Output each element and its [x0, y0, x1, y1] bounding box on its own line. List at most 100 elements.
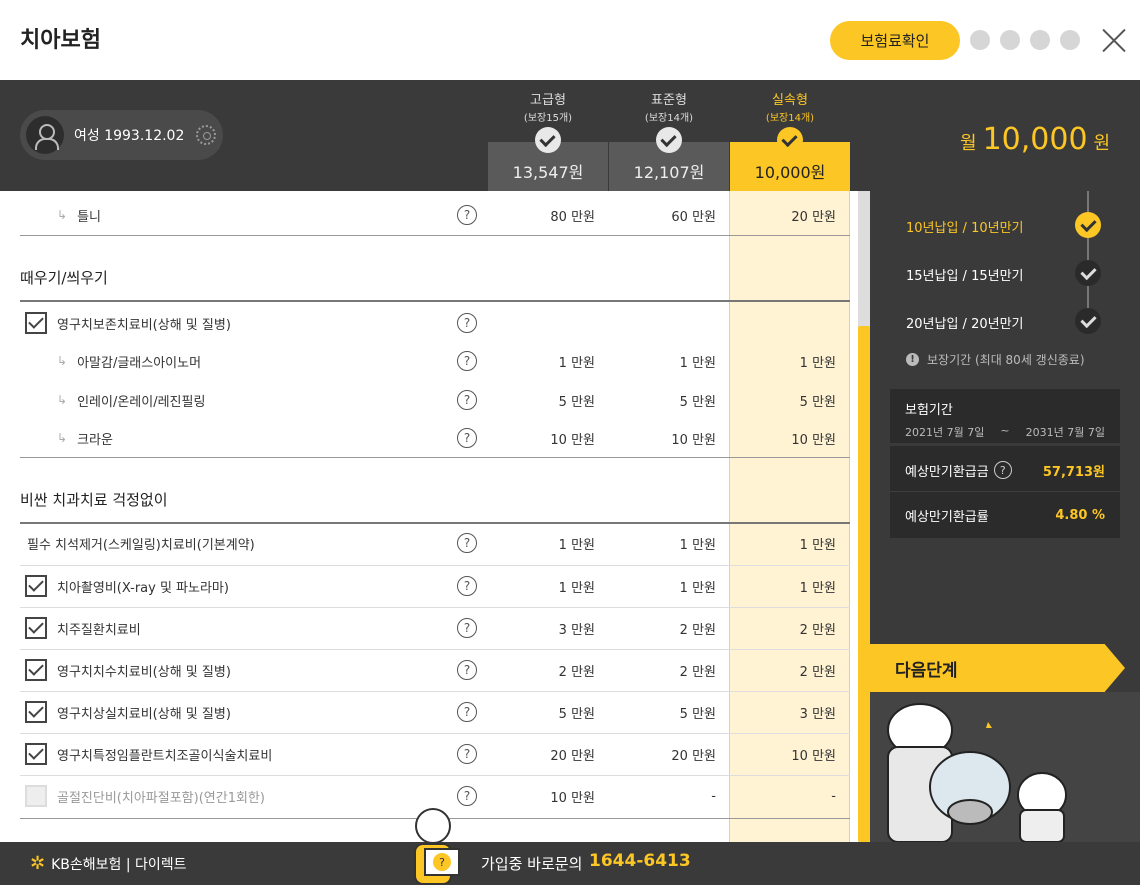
total-prefix: 월: [960, 133, 977, 154]
plan-basic[interactable]: 실속형 (보장14개) 10,000원: [730, 80, 850, 191]
term-option[interactable]: 20년납입 / 20년만기: [906, 313, 1024, 332]
user-info: 여성 1993.12.02: [74, 128, 185, 144]
standard-value: 1 만원: [679, 355, 716, 371]
user-profile-pill[interactable]: 여성 1993.12.02: [20, 110, 223, 160]
scrollbar-thumb[interactable]: [858, 326, 870, 842]
sub-item-arrow-icon: ↳: [57, 354, 68, 368]
page-title: 치아보험: [20, 28, 101, 53]
total-suffix: 원: [1093, 133, 1111, 154]
mascot-illustration: [870, 692, 1140, 842]
step-dot: [1030, 30, 1050, 50]
basic-value: 10 만원: [791, 748, 836, 764]
user-avatar-icon: [26, 116, 64, 154]
table-row: 영구치보존치료비(상해 및 질병) ?: [20, 310, 850, 336]
coverage-label: 영구치특정임플란트치조골이식술치료비: [57, 748, 273, 764]
divider: [20, 235, 850, 236]
svg-text:?: ?: [439, 856, 445, 869]
notice-text: 보장기간 (최대 80세 갱신종료): [927, 353, 1085, 367]
term-option[interactable]: 10년납입 / 10년만기: [906, 217, 1024, 236]
table-row: 영구치특정임플란트치조골이식술치료비 ? 20 만원 20 만원 10 만원: [20, 741, 850, 767]
help-icon[interactable]: ?: [457, 533, 477, 553]
premium-value: 2 만원: [558, 664, 595, 680]
call-number[interactable]: 1644-6413: [589, 851, 691, 871]
top-header: 치아보험 보험료확인: [0, 0, 1140, 80]
next-step-button[interactable]: 다음단계: [870, 644, 1125, 692]
logo-text: KB손해보험 | 다이렉트: [51, 856, 187, 873]
term-option[interactable]: 15년납입 / 15년만기: [906, 265, 1024, 284]
check-icon: [535, 127, 561, 153]
basic-value: 5 만원: [799, 394, 836, 410]
plan-name: 고급형: [530, 93, 566, 108]
footer-bar: ✲ KB손해보험 | 다이렉트 ? 가입중 바로문의 1644-6413: [0, 808, 1140, 885]
coverage-checkbox[interactable]: [25, 701, 47, 723]
coverage-label: 필수 치석제거(스케일링)치료비(기본계약): [27, 537, 255, 553]
plan-coverage-count: (보장14개): [765, 113, 815, 124]
rate-box: 예상만기환급률 4.80 %: [890, 491, 1120, 538]
premium-value: 80 만원: [550, 209, 595, 225]
check-icon[interactable]: [1075, 212, 1101, 238]
premium-value: 20 만원: [550, 748, 595, 764]
period-box: 보험기간 2021년 7월 7일 ~ 2031년 7월 7일: [890, 389, 1120, 443]
summary-sidebar: 10년납입 / 10년만기 15년납입 / 15년만기 20년납입 / 20년만…: [870, 191, 1140, 842]
coverage-checkbox[interactable]: [25, 743, 47, 765]
divider: [20, 649, 850, 650]
refund-value: 57,713원: [1042, 464, 1105, 480]
check-icon[interactable]: [1075, 260, 1101, 286]
standard-value: 5 만원: [679, 706, 716, 722]
table-row: ↳ 인레이/온레이/레진필링 ? 5 만원 5 만원 5 만원: [20, 388, 850, 412]
rate-value: 4.80 %: [1055, 507, 1105, 523]
coverage-checkbox[interactable]: [25, 617, 47, 639]
company-logo: ✲ KB손해보험 | 다이렉트: [30, 853, 187, 874]
coverage-label: 아말감/글래스아이노머: [77, 355, 202, 371]
basic-value: 2 만원: [799, 664, 836, 680]
help-icon[interactable]: ?: [457, 390, 477, 410]
monthly-total: 월 10,000 원: [960, 122, 1110, 157]
section-title: 때우기/씌우기: [20, 269, 108, 287]
coverage-label: 영구치상실치료비(상해 및 질병): [57, 706, 231, 722]
basic-value: 10 만원: [791, 432, 836, 448]
table-row: ↳ 크라운 ? 10 만원 10 만원 10 만원: [20, 426, 850, 450]
help-icon[interactable]: ?: [457, 786, 477, 806]
help-icon[interactable]: ?: [993, 461, 1012, 479]
help-icon[interactable]: ?: [457, 351, 477, 371]
divider: [20, 733, 850, 734]
standard-value: 20 만원: [671, 748, 716, 764]
coverage-checkbox[interactable]: [25, 785, 47, 807]
help-icon[interactable]: ?: [457, 618, 477, 638]
plan-coverage-count: (보장15개): [523, 113, 573, 124]
help-icon[interactable]: ?: [457, 428, 477, 448]
premium-value: 1 만원: [558, 580, 595, 596]
standard-value: 2 만원: [679, 664, 716, 680]
gear-icon[interactable]: [196, 125, 217, 145]
info-icon: !: [906, 353, 919, 366]
step-dot: [970, 30, 990, 50]
coverage-checkbox[interactable]: [25, 312, 47, 334]
help-icon[interactable]: ?: [457, 205, 477, 225]
basic-value: 20 만원: [791, 209, 836, 225]
help-icon[interactable]: ?: [457, 660, 477, 680]
coverage-checkbox[interactable]: [25, 659, 47, 681]
coverage-label: 영구치보존치료비(상해 및 질병): [57, 317, 231, 333]
help-icon[interactable]: ?: [457, 576, 477, 596]
plan-standard[interactable]: 표준형 (보장14개) 12,107원: [609, 80, 729, 191]
plan-name: 실속형: [772, 93, 808, 108]
divider: [20, 457, 850, 458]
basic-value: -: [831, 788, 836, 804]
check-icon: [777, 127, 803, 153]
sub-item-arrow-icon: ↳: [57, 431, 68, 445]
coverage-table: ↳ 틀니 ? 80 만원 60 만원 20 만원 때우기/씌우기 영구치보존치료비…: [0, 191, 870, 842]
check-icon[interactable]: [1075, 308, 1101, 334]
divider: [20, 565, 850, 566]
help-icon[interactable]: ?: [457, 313, 477, 333]
call-label: 가입중 바로문의: [481, 855, 583, 873]
close-icon[interactable]: [1101, 27, 1128, 54]
plan-premium[interactable]: 고급형 (보장15개) 13,547원: [488, 80, 608, 191]
refund-box: 예상만기환급금 ? 57,713원: [890, 446, 1120, 494]
help-icon[interactable]: ?: [457, 744, 477, 764]
premium-value: 10 만원: [550, 790, 595, 806]
premium-check-button[interactable]: 보험료확인: [830, 21, 960, 60]
help-icon[interactable]: ?: [457, 702, 477, 722]
table-row: 영구치상실치료비(상해 및 질병) ? 5 만원 5 만원 3 만원: [20, 699, 850, 725]
standard-value: 1 만원: [679, 537, 716, 553]
coverage-checkbox[interactable]: [25, 575, 47, 597]
